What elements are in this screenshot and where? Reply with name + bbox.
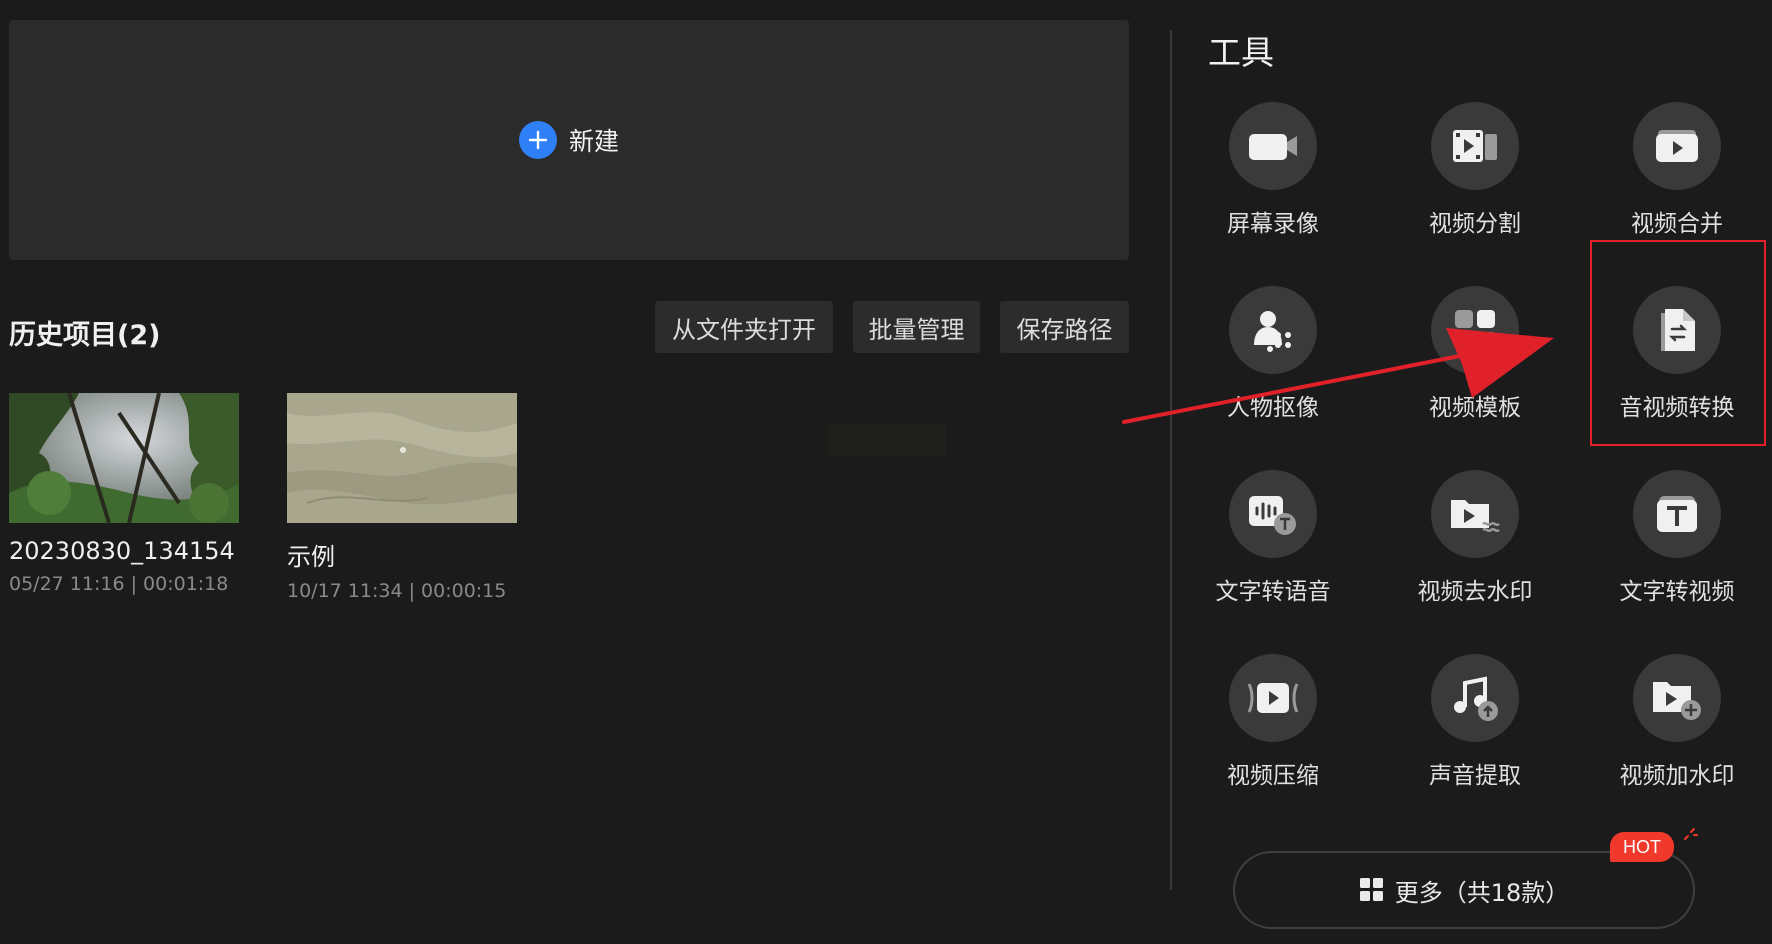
remove-watermark-icon — [1431, 470, 1519, 558]
tool-label: 视频合并 — [1631, 211, 1723, 237]
text-to-speech-icon — [1229, 470, 1317, 558]
audio-extract-icon — [1431, 654, 1519, 742]
project-meta: 05/27 11:16 | 00:01:18 — [9, 573, 229, 595]
new-project-content: 新建 — [518, 121, 619, 159]
project-name: 示例 — [287, 543, 335, 571]
plus-icon — [518, 121, 557, 159]
panel-divider — [1170, 30, 1172, 890]
project-meta: 10/17 11:34 | 00:00:15 — [287, 580, 507, 602]
video-compress-icon — [1229, 654, 1317, 742]
tool-audio-extract[interactable]: 声音提取 — [1380, 654, 1570, 790]
project-thumbnail — [287, 393, 517, 523]
new-project-button[interactable]: 新建 — [9, 20, 1129, 260]
tool-label: 声音提取 — [1429, 763, 1521, 789]
video-merge-icon — [1633, 102, 1721, 190]
sparkle-icon — [1684, 828, 1698, 840]
project-card[interactable]: 20230830_134154 05/27 11:16 | 00:01:18 — [9, 393, 239, 595]
history-title: 历史项目(2) — [9, 320, 161, 351]
hot-badge: HOT — [1610, 832, 1674, 862]
tool-video-merge[interactable]: 视频合并 — [1582, 102, 1772, 238]
placeholder-area — [828, 424, 946, 456]
tools-title: 工具 — [1208, 33, 1274, 72]
tool-label: 视频去水印 — [1417, 579, 1533, 605]
project-thumbnail — [9, 393, 239, 523]
add-watermark-icon — [1633, 654, 1721, 742]
batch-manage-button[interactable]: 批量管理 — [853, 301, 980, 353]
more-tools-button[interactable]: 更多（共18款） — [1233, 851, 1695, 929]
annotation-highlight-box — [1590, 240, 1766, 446]
film-split-icon — [1431, 102, 1519, 190]
tool-text-to-video[interactable]: 文字转视频 — [1582, 470, 1772, 606]
more-tools-label: 更多（共18款） — [1394, 878, 1570, 907]
open-from-folder-button[interactable]: 从文件夹打开 — [655, 301, 833, 353]
tool-label: 文字转语音 — [1215, 579, 1331, 605]
tool-screen-record[interactable]: 屏幕录像 — [1178, 102, 1368, 238]
tool-label: 视频分割 — [1429, 211, 1521, 237]
tool-label: 屏幕录像 — [1227, 211, 1319, 237]
grid-icon — [1359, 878, 1383, 901]
new-project-label: 新建 — [568, 127, 619, 156]
project-name: 20230830_134154 — [9, 537, 235, 565]
project-card[interactable]: 示例 10/17 11:34 | 00:00:15 — [287, 393, 517, 602]
tool-video-split[interactable]: 视频分割 — [1380, 102, 1570, 238]
tool-label: 视频加水印 — [1619, 763, 1735, 789]
tool-add-watermark[interactable]: 视频加水印 — [1582, 654, 1772, 790]
tool-label: 视频压缩 — [1227, 763, 1319, 789]
annotation-arrow — [1122, 328, 1554, 424]
text-to-video-icon — [1633, 470, 1721, 558]
tool-label: 文字转视频 — [1619, 579, 1735, 605]
camera-icon — [1229, 102, 1317, 190]
tool-remove-watermark[interactable]: 视频去水印 — [1380, 470, 1570, 606]
tool-text-to-speech[interactable]: 文字转语音 — [1178, 470, 1368, 606]
tool-video-compress[interactable]: 视频压缩 — [1178, 654, 1368, 790]
